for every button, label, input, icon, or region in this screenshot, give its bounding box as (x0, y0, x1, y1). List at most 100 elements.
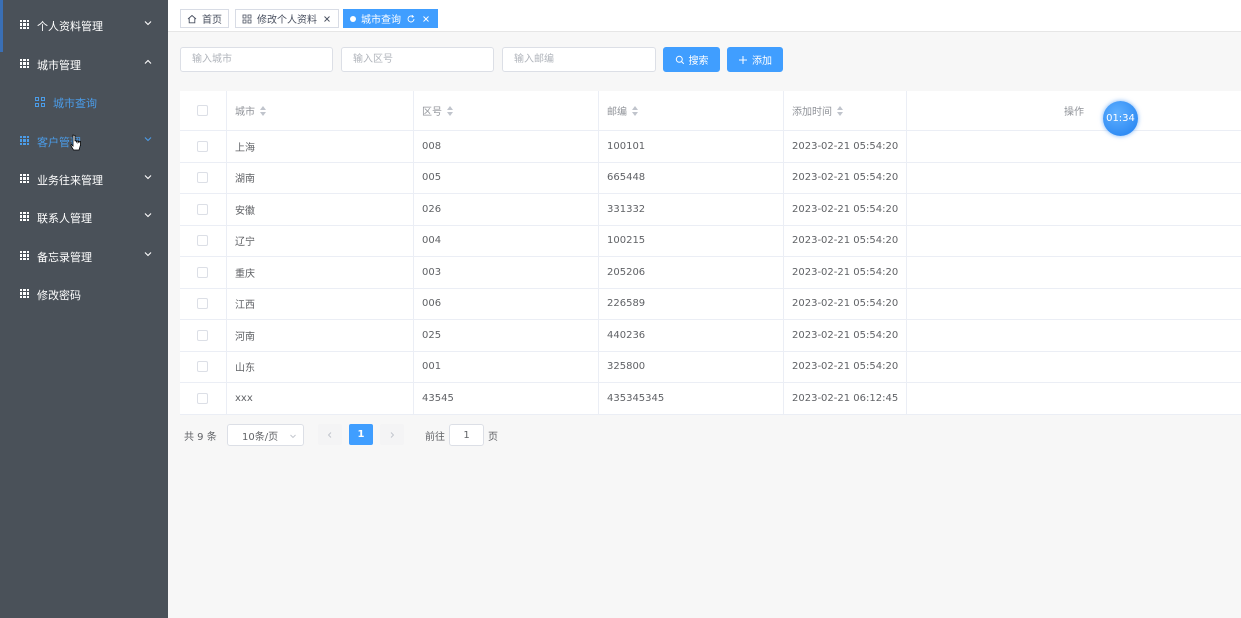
row-select-cell (180, 383, 227, 414)
sidebar-item-memo-management[interactable]: 备忘录管理 (0, 237, 168, 275)
sidebar-item-label: 联系人管理 (37, 212, 92, 225)
add-button[interactable]: 添加 (727, 47, 783, 72)
row-checkbox[interactable] (197, 266, 208, 278)
cell-actions (907, 289, 1241, 320)
close-icon[interactable] (322, 14, 332, 24)
district-code-input[interactable] (341, 47, 494, 72)
column-header-label: 区号 (422, 107, 442, 118)
chevron-left-icon (327, 431, 332, 438)
cell-actions (907, 352, 1241, 383)
table-row: 重庆 003 205206 2023-02-21 05:54:20 (180, 257, 1241, 289)
city-input[interactable] (180, 47, 333, 72)
sidebar-item-profile[interactable]: 个人资料管理 (0, 6, 168, 44)
cell-code: 001 (414, 351, 599, 382)
sort-icon[interactable] (447, 105, 454, 116)
column-header-zip-code[interactable]: 邮编 (599, 91, 784, 130)
sidebar-item-business-management[interactable]: 业务往来管理 (0, 160, 168, 198)
cell-time: 2023-02-21 05:54:20 (784, 320, 907, 351)
cell-time: 2023-02-21 05:54:20 (784, 225, 907, 256)
tab-edit-profile[interactable]: 修改个人资料 (235, 9, 339, 28)
active-dot-icon (350, 15, 356, 22)
page-size-select[interactable]: 10条/页 (227, 424, 304, 446)
sort-icon[interactable] (632, 105, 639, 116)
cell-code: 006 (414, 288, 599, 319)
cell-city: 上海 (227, 131, 414, 162)
row-checkbox[interactable] (197, 235, 208, 247)
cell-zip: 665448 (599, 162, 784, 193)
row-checkbox[interactable] (197, 392, 208, 404)
chevron-down-icon (290, 434, 296, 439)
cell-code: 005 (414, 162, 599, 193)
row-select-cell (180, 257, 227, 288)
row-checkbox[interactable] (197, 361, 208, 373)
cell-city: 山东 (227, 351, 414, 382)
page-size-value: 10条/页 (242, 431, 279, 443)
cell-city: 安徽 (227, 194, 414, 225)
sort-icon[interactable] (260, 105, 267, 116)
tab-city-query[interactable]: 城市查询 (343, 9, 438, 28)
select-all-checkbox[interactable] (197, 105, 208, 116)
row-checkbox[interactable] (197, 172, 208, 184)
next-page-button[interactable] (380, 424, 404, 445)
sidebar-item-customer-management[interactable]: 客户管理 (0, 122, 168, 160)
sidebar-item-change-password[interactable]: 修改密码 (0, 275, 168, 313)
cell-city: 江西 (227, 288, 414, 319)
page-suffix-label: 页 (488, 432, 498, 443)
tab-home[interactable]: 首页 (180, 9, 229, 28)
cell-time: 2023-02-21 05:54:20 (784, 257, 907, 288)
column-header-added-time[interactable]: 添加时间 (784, 91, 907, 130)
page-number-current[interactable]: 1 (349, 424, 373, 445)
zip-code-input[interactable] (502, 47, 656, 72)
cell-time: 2023-02-21 05:54:20 (784, 288, 907, 319)
apps-icon (35, 97, 45, 107)
chevron-down-icon (143, 249, 153, 259)
grid-icon (20, 174, 29, 183)
goto-page-input[interactable] (449, 424, 484, 446)
cell-time: 2023-02-21 05:54:20 (784, 162, 907, 193)
column-header-city[interactable]: 城市 (227, 91, 414, 130)
cell-code: 004 (414, 225, 599, 256)
cell-actions (907, 226, 1241, 257)
chevron-up-icon (143, 57, 153, 67)
sidebar-subitem-label: 城市查询 (53, 97, 97, 110)
table-row: xxx 43545 435345345 2023-02-21 06:12:45 (180, 383, 1241, 415)
chevron-down-icon (143, 18, 153, 28)
column-header-actions: 操作 (907, 91, 1241, 130)
cell-code: 025 (414, 320, 599, 351)
grid-icon (20, 289, 29, 298)
row-select-cell (180, 162, 227, 193)
column-header-district-code[interactable]: 区号 (414, 91, 599, 130)
sidebar-item-label: 城市管理 (37, 59, 81, 72)
cell-zip: 440236 (599, 320, 784, 351)
sidebar-item-city-management[interactable]: 城市管理 (0, 45, 168, 83)
pagination-total: 共 9 条 (184, 432, 217, 443)
prev-page-button[interactable] (318, 424, 342, 445)
cell-city: 湖南 (227, 162, 414, 193)
table-row: 山东 001 325800 2023-02-21 05:54:20 (180, 351, 1241, 383)
table-row: 安徽 026 331332 2023-02-21 05:54:20 (180, 194, 1241, 226)
cell-zip: 226589 (599, 288, 784, 319)
cell-code: 003 (414, 257, 599, 288)
column-header-label: 城市 (235, 107, 255, 118)
row-checkbox[interactable] (197, 140, 208, 152)
cell-code: 43545 (414, 383, 599, 414)
row-checkbox[interactable] (197, 203, 208, 215)
grid-icon (20, 20, 29, 29)
sidebar-item-contact-management[interactable]: 联系人管理 (0, 198, 168, 236)
table-row: 江西 006 226589 2023-02-21 05:54:20 (180, 288, 1241, 320)
close-icon[interactable] (421, 14, 431, 24)
column-header-label: 邮编 (607, 107, 627, 118)
cell-city: 重庆 (227, 257, 414, 288)
tabs-bar: 首页 修改个人资料 城市查询 (168, 0, 1241, 32)
chevron-down-icon (143, 172, 153, 182)
row-checkbox[interactable] (197, 298, 208, 310)
cell-city: xxx (227, 383, 414, 414)
search-button[interactable]: 搜索 (663, 47, 720, 72)
sidebar-subitem-city-query[interactable]: 城市查询 (0, 83, 168, 121)
sidebar-item-label: 个人资料管理 (37, 20, 103, 33)
refresh-icon[interactable] (406, 14, 416, 24)
sort-icon[interactable] (837, 105, 844, 116)
cell-actions (907, 194, 1241, 225)
search-button-label: 搜索 (688, 56, 709, 67)
row-checkbox[interactable] (197, 329, 208, 341)
